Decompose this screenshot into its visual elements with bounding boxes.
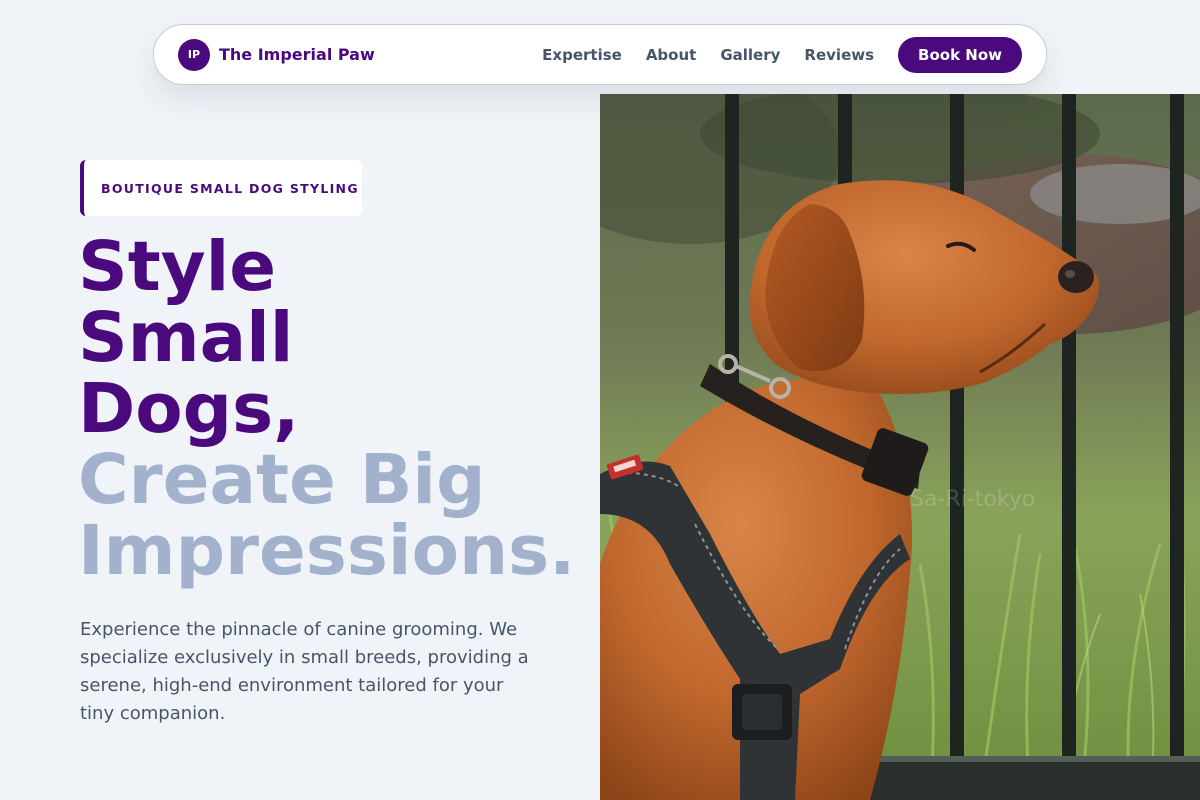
headline-line-accent: Create Big [78,440,486,520]
headline-line: Style [78,227,277,307]
photo-watermark: Sa-Ri-tokyo [910,487,1035,512]
brand-logo-link[interactable]: IP The Imperial Paw [178,38,375,71]
nav-links: Expertise About Gallery Reviews Book Now [542,36,1022,73]
nav-link-about[interactable]: About [646,46,697,64]
logo-badge: IP [178,38,210,71]
nav-link-gallery[interactable]: Gallery [720,46,780,64]
hero-eyebrow-badge: BOUTIQUE SMALL DOG STYLING [80,160,362,216]
headline-line: Small [78,298,294,378]
book-now-button[interactable]: Book Now [898,36,1022,73]
hero-dog-photo: Sa-Ri-tokyo [600,94,1200,800]
headline-line: Dogs, [78,369,300,449]
top-navigation: IP The Imperial Paw Expertise About Gall… [153,24,1047,85]
hero-headline: Style Small Dogs, Create Big Impressions… [78,232,575,587]
nav-link-reviews[interactable]: Reviews [804,46,874,64]
headline-line-accent: Impressions. [78,511,576,591]
brand-name: The Imperial Paw [219,45,375,64]
nav-link-expertise[interactable]: Expertise [542,46,622,64]
hero-intro-paragraph: Experience the pinnacle of canine groomi… [80,619,529,724]
